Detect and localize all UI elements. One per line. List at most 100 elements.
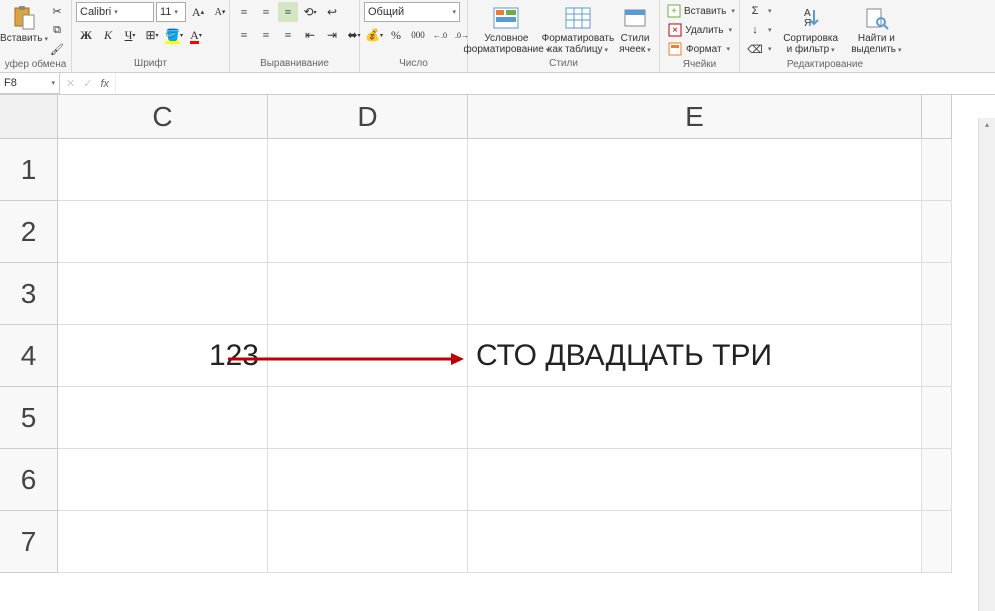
format-cells-button[interactable]: Формат [664, 40, 735, 58]
cell-styles-icon [619, 4, 651, 32]
cell-d5[interactable] [268, 387, 468, 449]
increase-decimal-button[interactable]: ←.0 [430, 25, 450, 45]
sort-filter-button[interactable]: AЯ Сортировка и фильтр [777, 2, 845, 57]
cell-c5[interactable] [58, 387, 268, 449]
col-header-next[interactable] [922, 95, 952, 139]
cell-f4[interactable] [922, 325, 952, 387]
row-header-5[interactable]: 5 [0, 387, 58, 449]
cell-f3[interactable] [922, 263, 952, 325]
copy-button[interactable]: ⧉ [46, 21, 68, 39]
col-header-c[interactable]: C [58, 95, 268, 139]
align-middle-button[interactable]: ≡ [256, 2, 276, 22]
underline-button[interactable]: Ч▾ [120, 25, 140, 45]
find-select-label: Найти и выделить [851, 33, 902, 55]
cell-d1[interactable] [268, 139, 468, 201]
align-bottom-button[interactable]: ≡ [278, 2, 298, 22]
clear-button[interactable]: ⌫ [744, 40, 775, 58]
cell-e7[interactable] [468, 511, 922, 573]
fill-down-icon: ↓ [747, 22, 763, 38]
cell-d7[interactable] [268, 511, 468, 573]
cell-f5[interactable] [922, 387, 952, 449]
cell-e2[interactable] [468, 201, 922, 263]
sort-filter-icon: AЯ [795, 4, 827, 32]
row-header-2[interactable]: 2 [0, 201, 58, 263]
group-clipboard: Вставить ✂ ⧉ 🖌 уфер обмена [0, 0, 72, 72]
group-styles: Условное форматирование Форматировать ка… [468, 0, 660, 72]
align-right-button[interactable]: ≡ [278, 25, 298, 45]
col-header-e[interactable]: E [468, 95, 922, 139]
vertical-scrollbar[interactable] [978, 118, 995, 611]
enter-formula-icon[interactable]: ✓ [83, 77, 92, 90]
shrink-font-button[interactable]: A▾ [210, 2, 230, 22]
cell-c3[interactable] [58, 263, 268, 325]
cell-e4[interactable]: СТО ДВАДЦАТЬ ТРИ [468, 325, 922, 387]
cell-f2[interactable] [922, 201, 952, 263]
fill-button[interactable]: ↓ [744, 21, 775, 39]
cancel-formula-icon[interactable]: ✕ [66, 77, 75, 90]
font-size-combo[interactable]: 11▾ [156, 2, 186, 22]
orientation-icon: ⟲ [303, 5, 313, 20]
font-name-combo[interactable]: Calibri▾ [76, 2, 154, 22]
cell-c7[interactable] [58, 511, 268, 573]
row-header-6[interactable]: 6 [0, 449, 58, 511]
align-left-button[interactable]: ≡ [234, 25, 254, 45]
cell-d2[interactable] [268, 201, 468, 263]
bold-button[interactable]: Ж [76, 25, 96, 45]
cell-d3[interactable] [268, 263, 468, 325]
font-color-button[interactable]: A▾ [186, 25, 206, 45]
cell-c4[interactable]: 123 [58, 325, 268, 387]
formula-input[interactable] [116, 73, 995, 94]
row-header-3[interactable]: 3 [0, 263, 58, 325]
format-table-button[interactable]: Форматировать как таблицу [543, 2, 613, 57]
row-header-1[interactable]: 1 [0, 139, 58, 201]
row-headers: 1 2 3 4 5 6 7 [0, 139, 58, 573]
name-box[interactable]: F8▾ [0, 73, 60, 94]
cell-c6[interactable] [58, 449, 268, 511]
align-top-button[interactable]: ≡ [234, 2, 254, 22]
cells-area: 123 СТО ДВАДЦАТЬ ТРИ [58, 139, 995, 573]
cell-f1[interactable] [922, 139, 952, 201]
row-header-7[interactable]: 7 [0, 511, 58, 573]
insert-cells-button[interactable]: +Вставить [664, 2, 735, 20]
cell-e5[interactable] [468, 387, 922, 449]
wrap-icon: ↩ [327, 5, 337, 20]
paste-button[interactable]: Вставить [4, 2, 44, 46]
grow-font-button[interactable]: A▴ [188, 2, 208, 22]
accounting-button[interactable]: 💰▾ [364, 25, 384, 45]
align-center-button[interactable]: ≡ [256, 25, 276, 45]
delete-cells-button[interactable]: ×Удалить [664, 21, 735, 39]
cell-c2[interactable] [58, 201, 268, 263]
number-format-combo[interactable]: Общий▾ [364, 2, 460, 22]
group-number-label: Число [364, 57, 463, 70]
cell-f6[interactable] [922, 449, 952, 511]
comma-button[interactable]: 000 [408, 25, 428, 45]
insert-cells-label: Вставить [684, 6, 726, 17]
orientation-button[interactable]: ⟲▾ [300, 2, 320, 22]
border-button[interactable]: ⊞▾ [142, 25, 162, 45]
row-header-4[interactable]: 4 [0, 325, 58, 387]
cell-e3[interactable] [468, 263, 922, 325]
fill-color-button[interactable]: 🪣▾ [164, 25, 184, 45]
cell-d6[interactable] [268, 449, 468, 511]
cell-e6[interactable] [468, 449, 922, 511]
increase-indent-button[interactable]: ⇥ [322, 25, 342, 45]
col-header-d[interactable]: D [268, 95, 468, 139]
cell-e1[interactable] [468, 139, 922, 201]
wrap-text-button[interactable]: ↩ [322, 2, 342, 22]
find-select-button[interactable]: Найти и выделить [847, 2, 906, 57]
percent-button[interactable]: % [386, 25, 406, 45]
cell-styles-button[interactable]: Стили ячеек [615, 2, 655, 57]
select-all-corner[interactable] [0, 95, 58, 139]
cell-styles-label: Стили ячеек [619, 33, 651, 55]
cut-button[interactable]: ✂ [46, 2, 68, 20]
cell-d4[interactable] [268, 325, 468, 387]
conditional-format-label: Условное форматирование [464, 33, 550, 55]
format-painter-button[interactable]: 🖌 [46, 40, 68, 58]
cell-c1[interactable] [58, 139, 268, 201]
cell-f7[interactable] [922, 511, 952, 573]
italic-button[interactable]: К [98, 25, 118, 45]
fx-icon[interactable]: fx [100, 78, 109, 90]
conditional-format-button[interactable]: Условное форматирование [472, 2, 541, 57]
autosum-button[interactable]: Σ [744, 2, 775, 20]
decrease-indent-button[interactable]: ⇤ [300, 25, 320, 45]
